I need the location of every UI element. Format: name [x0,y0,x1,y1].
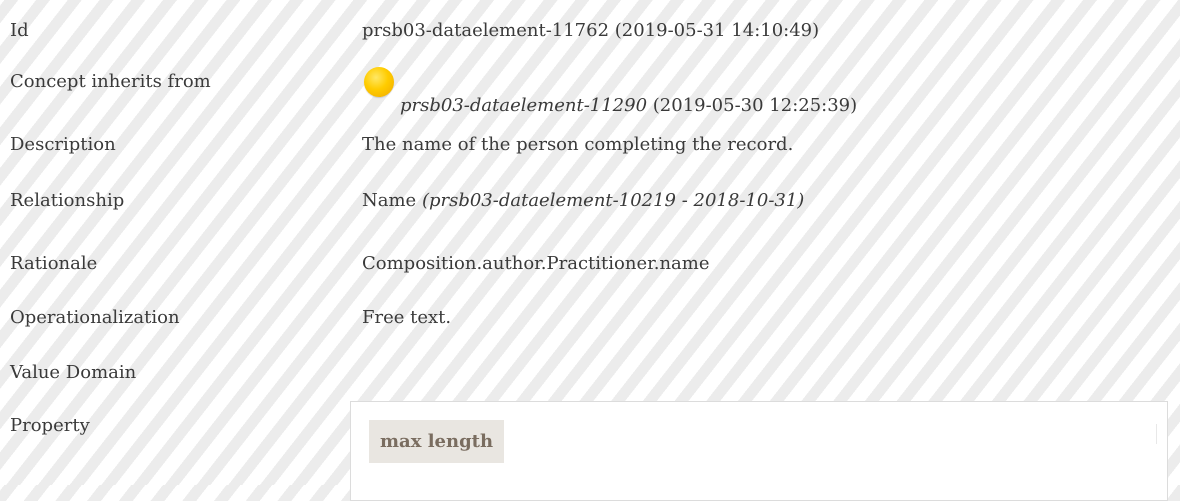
status-dot-icon [364,67,394,97]
row-label-id: Id [10,20,29,41]
max-length-header: max length [369,420,505,463]
row-value-id: prsb03-dataelement-11762 (2019-05-31 14:… [362,20,820,41]
property-panel: max length [350,401,1168,501]
row-value-concept-inherits: prsb03-dataelement-11290 (2019-05-30 12:… [362,67,858,116]
relationship-reference[interactable]: (prsb03-dataelement-10219 - 2018-10-31) [422,190,804,211]
panel-divider [1156,424,1157,444]
row-label-description: Description [10,134,116,155]
row-label-rationale: Rationale [10,253,98,274]
row-label-property: Property [10,415,90,436]
inherited-concept-date: (2019-05-30 12:25:39) [647,95,858,116]
row-value-relationship: Name (prsb03-dataelement-10219 - 2018-10… [362,190,804,211]
row-label-value-domain: Value Domain [10,362,137,383]
row-label-concept-inherits: Concept inherits from [10,71,211,92]
relationship-name: Name [362,190,422,211]
row-label-operationalization: Operationalization [10,307,180,328]
row-value-description: The name of the person completing the re… [362,134,794,155]
row-value-operationalization: Free text. [362,307,452,328]
row-value-rationale: Composition.author.Practitioner.name [362,253,710,274]
row-label-relationship: Relationship [10,190,125,211]
inherited-concept-link[interactable]: prsb03-dataelement-11290 [400,95,647,116]
